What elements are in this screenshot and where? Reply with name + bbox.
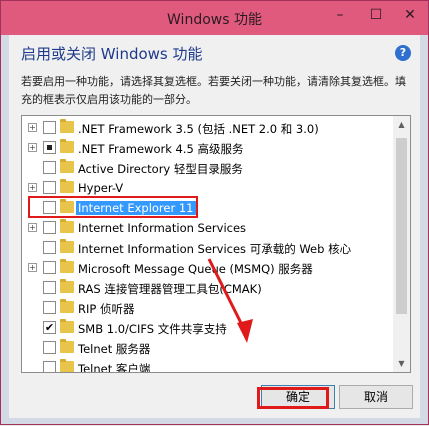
maximize-button[interactable]: ☐ bbox=[365, 5, 387, 25]
folder-icon bbox=[60, 179, 74, 193]
dialog-body: 启用或关闭 Windows 功能 ? 若要启用一种功能，请选择其复选框。若要关闭… bbox=[9, 35, 420, 418]
folder-icon bbox=[60, 139, 74, 153]
feature-row[interactable]: RAS 连接管理器管理工具包(CMAK) bbox=[22, 278, 394, 298]
feature-label: Internet Information Services bbox=[78, 221, 247, 235]
folder-icon bbox=[60, 119, 74, 133]
annotation-highlight-ie11 bbox=[28, 196, 198, 218]
feature-label: RIP 侦听器 bbox=[78, 302, 135, 316]
feature-label: Internet Information Services 可承载的 Web 核… bbox=[78, 242, 352, 256]
expand-icon[interactable]: + bbox=[28, 223, 37, 232]
feature-checkbox[interactable] bbox=[43, 241, 56, 254]
feature-label: .NET Framework 3.5 (包括 .NET 2.0 和 3.0) bbox=[78, 122, 319, 136]
vertical-scrollbar[interactable]: ▲ ▼ bbox=[393, 116, 410, 372]
expand-icon[interactable]: + bbox=[28, 123, 37, 132]
folder-icon bbox=[60, 219, 74, 233]
feature-row[interactable]: Telnet 客户端 bbox=[22, 358, 394, 373]
feature-checkbox[interactable] bbox=[43, 121, 56, 134]
folder-icon bbox=[60, 259, 74, 273]
minimize-button[interactable]: – bbox=[329, 5, 351, 25]
feature-checkbox[interactable] bbox=[43, 141, 56, 154]
feature-label: Hyper-V bbox=[78, 181, 124, 195]
feature-row[interactable]: + .NET Framework 3.5 (包括 .NET 2.0 和 3.0) bbox=[22, 118, 394, 138]
feature-row[interactable]: RIP 侦听器 bbox=[22, 298, 394, 318]
windows-features-dialog: Windows 功能 – ☐ ✕ 启用或关闭 Windows 功能 ? 若要启用… bbox=[0, 0, 429, 425]
feature-row[interactable]: + Internet Information Services bbox=[22, 218, 394, 238]
help-icon[interactable]: ? bbox=[395, 45, 411, 61]
feature-label: RAS 连接管理器管理工具包(CMAK) bbox=[78, 282, 262, 296]
feature-label: .NET Framework 4.5 高级服务 bbox=[78, 142, 244, 156]
feature-checkbox[interactable] bbox=[43, 181, 56, 194]
feature-checkbox[interactable] bbox=[43, 161, 56, 174]
feature-label: Telnet 服务器 bbox=[78, 342, 151, 356]
feature-label: Telnet 客户端 bbox=[78, 362, 151, 373]
folder-icon bbox=[60, 299, 74, 313]
feature-checkbox[interactable] bbox=[43, 361, 56, 372]
feature-checkbox[interactable] bbox=[43, 261, 56, 274]
expand-icon[interactable]: + bbox=[28, 143, 37, 152]
feature-row[interactable]: + .NET Framework 4.5 高级服务 bbox=[22, 138, 394, 158]
feature-label: SMB 1.0/CIFS 文件共享支持 bbox=[78, 322, 227, 336]
feature-checkbox[interactable]: ✔ bbox=[43, 321, 56, 334]
feature-checkbox[interactable] bbox=[43, 221, 56, 234]
folder-icon bbox=[60, 339, 74, 353]
feature-row[interactable]: Internet Information Services 可承载的 Web 核… bbox=[22, 238, 394, 258]
folder-icon bbox=[60, 359, 74, 372]
feature-label: Microsoft Message Queue (MSMQ) 服务器 bbox=[78, 262, 313, 276]
feature-checkbox[interactable] bbox=[43, 301, 56, 314]
expand-icon[interactable]: + bbox=[28, 263, 37, 272]
feature-checkbox[interactable] bbox=[43, 281, 56, 294]
annotation-highlight-ok bbox=[257, 387, 329, 409]
feature-row[interactable]: + Microsoft Message Queue (MSMQ) 服务器 bbox=[22, 258, 394, 278]
feature-row[interactable]: + Hyper-V bbox=[22, 178, 394, 198]
folder-icon bbox=[60, 279, 74, 293]
folder-icon bbox=[60, 159, 74, 173]
scroll-down-icon[interactable]: ▼ bbox=[393, 355, 410, 372]
description-text: 若要启用一种功能，请选择其复选框。若要关闭一种功能，请清除其复选框。填充的框表示… bbox=[21, 75, 406, 106]
title-bar[interactable]: Windows 功能 – ☐ ✕ bbox=[1, 1, 428, 35]
scroll-thumb[interactable] bbox=[396, 138, 407, 314]
folder-icon bbox=[60, 239, 74, 253]
close-button[interactable]: ✕ bbox=[399, 5, 421, 25]
scroll-up-icon[interactable]: ▲ bbox=[393, 116, 410, 133]
window-title: Windows 功能 bbox=[167, 12, 262, 28]
feature-row[interactable]: Active Directory 轻型目录服务 bbox=[22, 158, 394, 178]
feature-checkbox[interactable] bbox=[43, 341, 56, 354]
cancel-button[interactable]: 取消 bbox=[339, 385, 413, 409]
feature-row[interactable]: ✔ SMB 1.0/CIFS 文件共享支持 bbox=[22, 318, 394, 338]
feature-row[interactable]: Telnet 服务器 bbox=[22, 338, 394, 358]
feature-tree[interactable]: + .NET Framework 3.5 (包括 .NET 2.0 和 3.0) +… bbox=[21, 115, 411, 373]
page-title: 启用或关闭 Windows 功能 bbox=[21, 45, 203, 63]
feature-label: Active Directory 轻型目录服务 bbox=[78, 162, 243, 176]
folder-icon bbox=[60, 319, 74, 333]
expand-icon[interactable]: + bbox=[28, 183, 37, 192]
